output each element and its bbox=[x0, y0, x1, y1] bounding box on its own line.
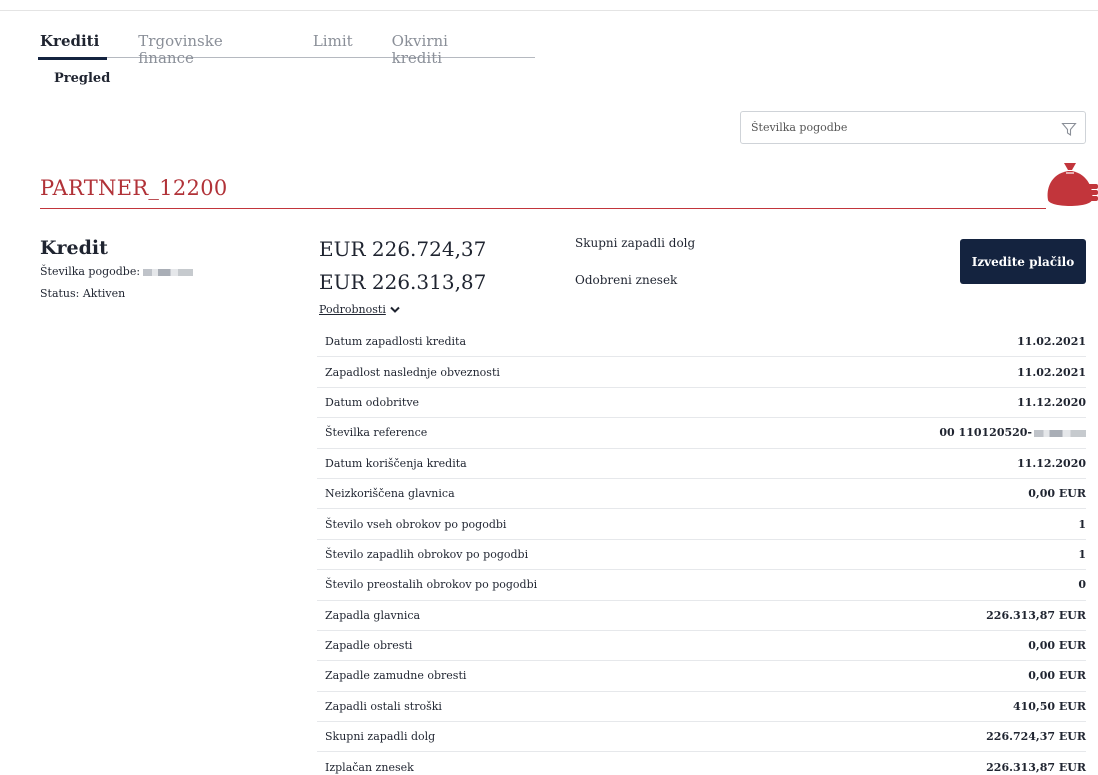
row-label: Zapadle zamudne obresti bbox=[325, 669, 467, 683]
table-row: Neizkoriščena glavnica 0,00 EUR bbox=[317, 479, 1086, 510]
row-value: 0,00 EUR bbox=[1028, 639, 1086, 653]
loan-details-table: Datum zapadlosti kredita 11.02.2021 Zapad… bbox=[317, 327, 1086, 775]
funnel-icon[interactable] bbox=[1061, 121, 1077, 137]
row-value: 226.313,87 EUR bbox=[986, 608, 1086, 622]
table-row: Datum odobritve 11.12.2020 bbox=[317, 388, 1086, 419]
row-label: Datum koriščenja kredita bbox=[325, 456, 467, 470]
row-label: Zapadla glavnica bbox=[325, 608, 421, 622]
table-row: Številka reference 00 110120520- bbox=[317, 418, 1086, 449]
tab-okvirni-krediti[interactable]: Okvirni krediti bbox=[392, 33, 496, 67]
row-value: 226.313,87 EUR bbox=[986, 760, 1086, 774]
row-label: Datum zapadlosti kredita bbox=[325, 335, 466, 349]
row-label: Število preostalih obrokov po pogodbi bbox=[325, 578, 538, 592]
redacted-reference bbox=[1034, 429, 1086, 437]
tab-krediti[interactable]: Krediti bbox=[37, 33, 108, 60]
table-row: Število zapadlih obrokov po pogodbi 1 bbox=[317, 540, 1086, 571]
table-row: Datum koriščenja kredita 11.12.2020 bbox=[317, 449, 1086, 479]
partner-divider bbox=[40, 208, 1046, 209]
partner-name: PARTNER_12200 bbox=[40, 176, 228, 200]
tab-limit[interactable]: Limit bbox=[313, 33, 353, 58]
row-value: 11.12.2020 bbox=[1017, 456, 1086, 470]
subtab-pregled[interactable]: Pregled bbox=[54, 71, 110, 86]
row-label: Število vseh obrokov po pogodbi bbox=[325, 517, 507, 531]
table-row: Datum zapadlosti kredita 11.02.2021 bbox=[317, 327, 1086, 358]
row-label: Skupni zapadli dolg bbox=[325, 730, 436, 744]
approved-amount: EUR 226.313,87 bbox=[319, 270, 487, 294]
details-link-label[interactable]: Podrobnosti bbox=[319, 303, 386, 316]
row-value: 11.12.2020 bbox=[1017, 395, 1086, 409]
total-due-amount: EUR 226.724,37 bbox=[319, 237, 487, 261]
table-row: Število vseh obrokov po pogodbi 1 bbox=[317, 509, 1086, 540]
total-due-label: Skupni zapadli dolg bbox=[575, 236, 696, 250]
loan-status: Status: Aktiven bbox=[40, 287, 126, 300]
table-row: Zapadla glavnica 226.313,87 EUR bbox=[317, 601, 1086, 631]
contract-number: Številka pogodbe: bbox=[40, 265, 194, 278]
table-row: Izplačan znesek 226.313,87 EUR bbox=[317, 752, 1086, 775]
contract-filter bbox=[740, 111, 1086, 144]
row-value: 0,00 EUR bbox=[1028, 487, 1086, 501]
row-value-reference: 00 110120520- bbox=[939, 426, 1086, 439]
row-label: Zapadle obresti bbox=[325, 639, 413, 653]
contract-number-input[interactable] bbox=[751, 121, 1051, 134]
row-label: Neizkoriščena glavnica bbox=[325, 487, 455, 501]
money-bag-icon bbox=[1047, 163, 1098, 206]
loan-title: Kredit bbox=[40, 237, 108, 259]
chevron-down-icon[interactable] bbox=[390, 306, 400, 314]
make-payment-button[interactable]: Izvedite plačilo bbox=[960, 239, 1086, 284]
approved-amount-label: Odobreni znesek bbox=[575, 273, 678, 287]
row-value: 11.02.2021 bbox=[1017, 365, 1086, 379]
row-label: Izplačan znesek bbox=[325, 760, 414, 774]
row-value: 1 bbox=[1078, 547, 1086, 561]
table-row: Število preostalih obrokov po pogodbi 0 bbox=[317, 570, 1086, 601]
row-label: Zapadli ostali stroški bbox=[325, 699, 442, 713]
row-value: 0 bbox=[1078, 578, 1086, 592]
table-row: Skupni zapadli dolg 226.724,37 EUR bbox=[317, 722, 1086, 753]
reference-number: 00 110120520- bbox=[939, 426, 1032, 440]
row-label: Številka reference bbox=[325, 426, 428, 440]
row-value: 1 bbox=[1078, 517, 1086, 531]
details-toggle[interactable]: Podrobnosti bbox=[319, 303, 400, 316]
row-value: 226.724,37 EUR bbox=[986, 730, 1086, 744]
row-value: 410,50 EUR bbox=[1012, 699, 1086, 713]
row-label: Število zapadlih obrokov po pogodbi bbox=[325, 547, 529, 561]
tab-trgovinske-finance[interactable]: Trgovinske finance bbox=[138, 33, 274, 67]
table-row: Zapadle zamudne obresti 0,00 EUR bbox=[317, 661, 1086, 692]
main-tabs: Krediti Trgovinske finance Limit Okvirni… bbox=[37, 33, 535, 67]
row-label: Datum odobritve bbox=[325, 395, 420, 409]
top-divider bbox=[0, 10, 1098, 11]
table-row: Zapadle obresti 0,00 EUR bbox=[317, 631, 1086, 662]
row-label: Zapadlost naslednje obveznosti bbox=[325, 365, 500, 379]
row-value: 11.02.2021 bbox=[1017, 335, 1086, 349]
table-row: Zapadlost naslednje obveznosti 11.02.2021 bbox=[317, 357, 1086, 388]
row-value: 0,00 EUR bbox=[1028, 669, 1086, 683]
table-row: Zapadli ostali stroški 410,50 EUR bbox=[317, 692, 1086, 723]
contract-number-label: Številka pogodbe: bbox=[40, 265, 141, 278]
redacted-contract-number bbox=[143, 268, 194, 276]
